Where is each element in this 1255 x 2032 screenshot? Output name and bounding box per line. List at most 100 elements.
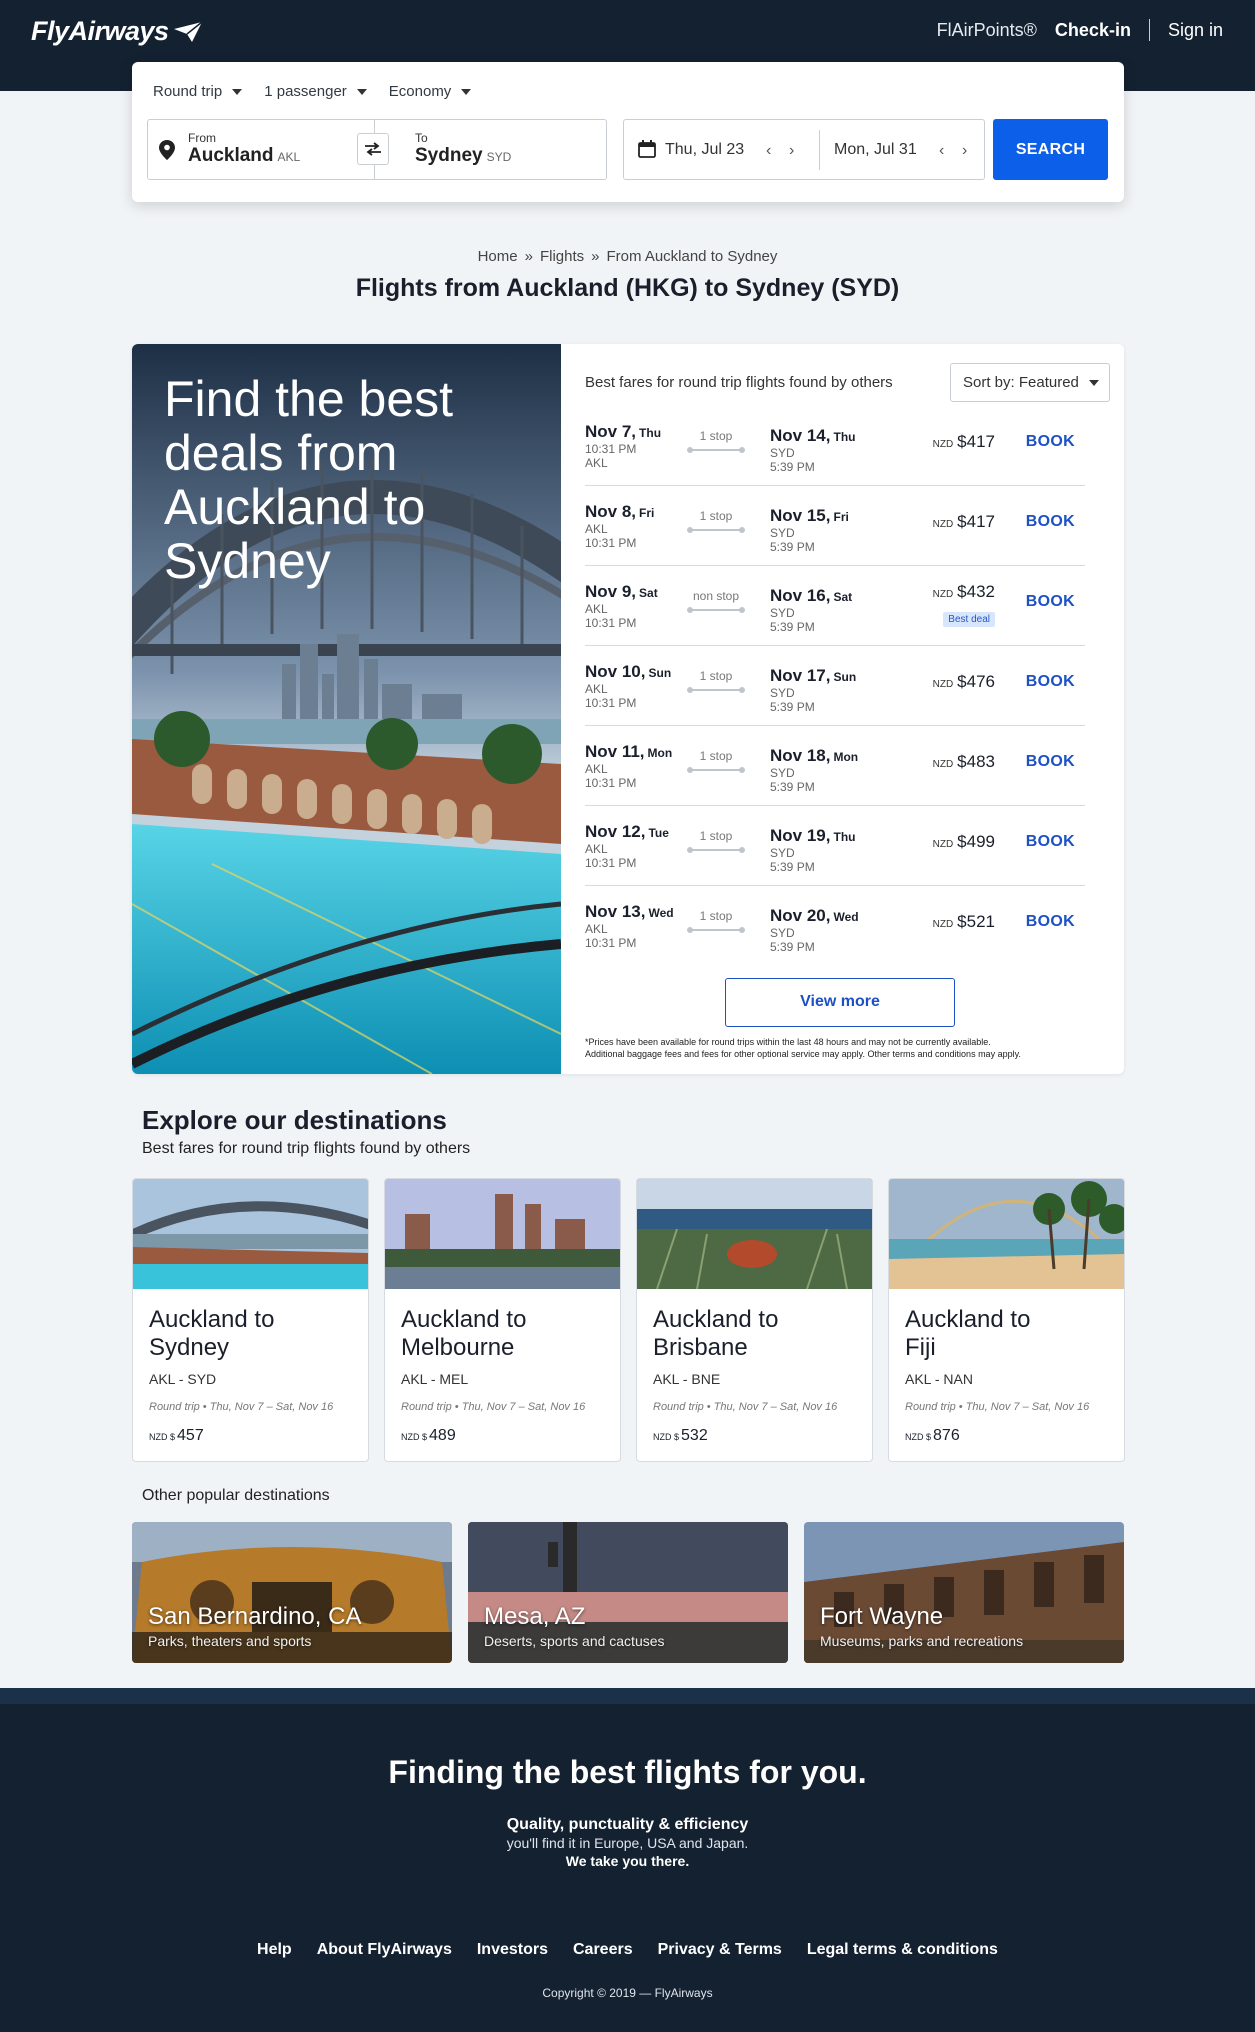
nav-checkin[interactable]: Check-in	[1055, 20, 1131, 41]
footer-link-investors[interactable]: Investors	[477, 1941, 548, 1959]
return-code: SYD	[770, 526, 795, 540]
departure-day: Sun	[648, 666, 672, 680]
logo-text: FlyAirways	[31, 16, 169, 46]
destination-card-sydney[interactable]: Auckland to Sydney AKL - SYD Round trip •…	[132, 1178, 369, 1462]
date-divider	[819, 130, 820, 170]
destination-title: Auckland to Fiji	[905, 1306, 1115, 1362]
return-date[interactable]: Mon, Jul 31	[834, 141, 917, 159]
book-button[interactable]: BOOK	[1026, 513, 1075, 531]
caret-down-icon	[356, 88, 367, 95]
footer-link-privacy[interactable]: Privacy & Terms	[658, 1941, 782, 1959]
breadcrumb-home[interactable]: Home	[478, 248, 518, 265]
departure-detail: 10:31 PM	[585, 616, 637, 630]
popular-card-mesa[interactable]: Mesa, AZ Deserts, sports and cactuses	[468, 1522, 788, 1663]
currency-label: NZD	[932, 679, 954, 690]
return-day: Mon	[833, 750, 859, 764]
route-line	[687, 447, 745, 453]
copyright: Copyright © 2019 — FlyAirways	[542, 1986, 713, 2000]
fare-return: Nov 18, Mon SYD 5:39 PM	[770, 746, 858, 794]
to-code: SYD	[486, 150, 512, 164]
search-options: Round trip 1 passenger Economy	[153, 83, 472, 100]
swap-arrows-icon	[365, 142, 381, 156]
return-code: SYD	[770, 926, 795, 940]
price-value: $417	[957, 432, 995, 451]
from-field[interactable]: From Auckland AKL	[188, 131, 300, 167]
route-fields: From Auckland AKL To Sydney SYD	[147, 119, 607, 180]
logo[interactable]: FlyAirways	[31, 16, 203, 47]
footer-tagline: you'll find it in Europe, USA and Japan.	[506, 1835, 749, 1851]
footer-link-about[interactable]: About FlyAirways	[317, 1941, 452, 1959]
destination-codes: AKL - BNE	[653, 1371, 721, 1387]
destination-image	[637, 1179, 872, 1289]
destination-image	[385, 1179, 620, 1289]
fare-departure: Nov 8, Fri AKL 10:31 PM	[585, 502, 654, 550]
chevron-right-icon[interactable]: ›	[789, 142, 794, 160]
search-button[interactable]: SEARCH	[993, 119, 1108, 180]
fares-heading: Best fares for round trip flights found …	[585, 374, 893, 391]
fare-price: NZD $499	[933, 832, 995, 852]
price-value: $483	[957, 752, 995, 771]
book-button[interactable]: BOOK	[1026, 753, 1075, 771]
destination-image	[889, 1179, 1124, 1289]
fare-departure: Nov 7, Thu 10:31 PM AKL	[585, 422, 661, 470]
departure-detail: AKL	[585, 682, 608, 696]
book-button[interactable]: BOOK	[1026, 593, 1075, 611]
stops-label: 1 stop	[699, 669, 733, 683]
currency-label: NZD	[932, 519, 954, 530]
to-field[interactable]: To Sydney SYD	[415, 131, 511, 167]
departure-day: Thu	[639, 426, 662, 440]
price-value: $476	[957, 672, 995, 691]
fare-return: Nov 15, Fri SYD 5:39 PM	[770, 506, 849, 554]
book-button[interactable]: BOOK	[1026, 673, 1075, 691]
departure-day: Mon	[647, 746, 673, 760]
destination-title-line: Auckland to	[905, 1306, 1031, 1333]
footer-headline: Finding the best flights for you.	[388, 1754, 867, 1790]
to-city: Sydney	[415, 145, 483, 166]
return-code: SYD	[770, 446, 795, 460]
destination-card-brisbane[interactable]: Auckland to Brisbane AKL - BNE Round trip…	[636, 1178, 873, 1462]
depart-date[interactable]: Thu, Jul 23	[665, 141, 744, 159]
return-date: Nov 19,	[770, 826, 831, 845]
return-time: 5:39 PM	[770, 540, 815, 554]
nav-airpoints[interactable]: FlAirPoints®	[937, 20, 1037, 41]
departure-detail: 10:31 PM	[585, 776, 637, 790]
book-button[interactable]: BOOK	[1026, 433, 1075, 451]
nav-signin[interactable]: Sign in	[1168, 20, 1223, 41]
breadcrumb: Home » Flights » From Auckland to Sydney	[0, 248, 1255, 265]
destination-card-melbourne[interactable]: Auckland to Melbourne AKL - MEL Round tri…	[384, 1178, 621, 1462]
cabin-select[interactable]: Economy	[389, 83, 472, 100]
footer-link-careers[interactable]: Careers	[573, 1941, 633, 1959]
passenger-value: 1 passenger	[264, 83, 347, 100]
book-button[interactable]: BOOK	[1026, 913, 1075, 931]
footer-link-help[interactable]: Help	[257, 1941, 292, 1959]
fare-return: Nov 16, Sat SYD 5:39 PM	[770, 586, 852, 634]
footer-link-legal[interactable]: Legal terms & conditions	[807, 1941, 998, 1959]
chevron-right-icon[interactable]: ›	[962, 142, 967, 160]
stops-label: 1 stop	[699, 829, 733, 843]
breadcrumb-flights[interactable]: Flights	[540, 248, 584, 265]
view-more-button[interactable]: View more	[725, 978, 955, 1027]
cabin-value: Economy	[388, 83, 452, 100]
trip-type-select[interactable]: Round trip	[153, 83, 243, 100]
destination-card-fiji[interactable]: Auckland to Fiji AKL - NAN Round trip • T…	[888, 1178, 1125, 1462]
passenger-select[interactable]: 1 passenger	[264, 83, 367, 100]
chevron-left-icon[interactable]: ‹	[766, 142, 771, 160]
departure-date: Nov 7,	[585, 422, 637, 441]
chevron-left-icon[interactable]: ‹	[939, 142, 944, 160]
destination-price: NZD $532	[653, 1427, 708, 1445]
popular-card-san-bernardino[interactable]: San Bernardino, CA Parks, theaters and s…	[132, 1522, 452, 1663]
fare-departure: Nov 10, Sun AKL 10:31 PM	[585, 662, 671, 710]
fare-row: Nov 9, Sat AKL 10:31 PM non stop Nov 16, Sat SY…	[585, 566, 1085, 646]
book-button[interactable]: BOOK	[1026, 833, 1075, 851]
departure-detail: AKL	[585, 602, 608, 616]
swap-route-button[interactable]	[357, 133, 389, 165]
currency-label: NZD $	[653, 1432, 680, 1442]
return-time: 5:39 PM	[770, 860, 815, 874]
popular-desc: Museums, parks and recreations	[820, 1633, 1024, 1649]
sort-select[interactable]: Sort by: Featured	[950, 363, 1110, 402]
destination-trip: Round trip • Thu, Nov 7 – Sat, Nov 16	[149, 1401, 334, 1413]
departure-day: Sat	[639, 586, 658, 600]
popular-card-fort-wayne[interactable]: Fort Wayne Museums, parks and recreation…	[804, 1522, 1124, 1663]
fine-print-line: Additional baggage fees and fees for oth…	[585, 1049, 1021, 1059]
best-deal-badge: Best deal	[943, 612, 995, 627]
